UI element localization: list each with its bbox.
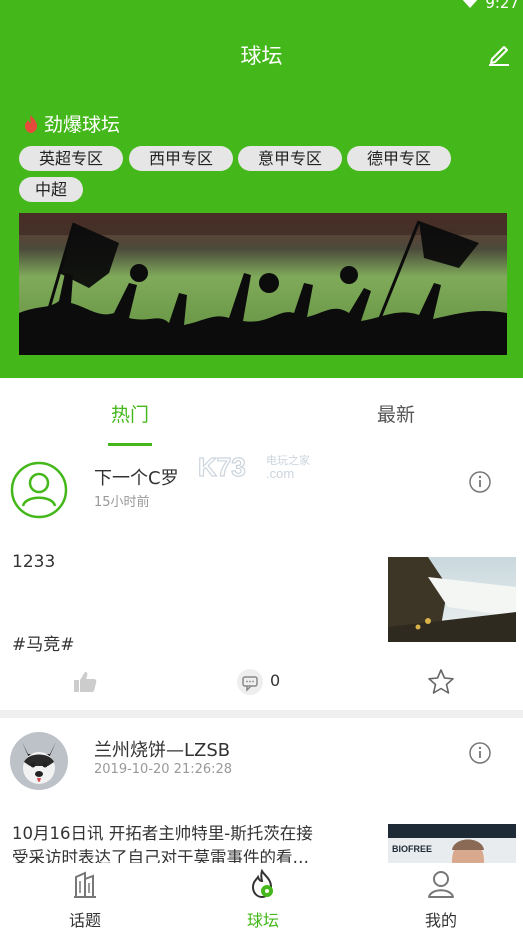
thumbnail-sponsor-text: BIOFREE (392, 844, 432, 854)
hot-label-text: 劲爆球坛 (44, 114, 121, 136)
chip-bundesliga[interactable]: 德甲专区 (347, 146, 451, 171)
tab-hot[interactable]: 热门 (70, 400, 190, 427)
banner-image[interactable] (19, 213, 507, 355)
tab-active-indicator (108, 443, 152, 446)
nav-mine-label: 我的 (424, 911, 457, 930)
post-thumbnail[interactable]: BIOFREE (388, 824, 516, 863)
tab-bar: 热门 最新 (0, 378, 523, 448)
tab-latest[interactable]: 最新 (336, 400, 456, 427)
user-avatar[interactable] (10, 732, 68, 790)
star-icon[interactable] (427, 668, 455, 696)
chip-serie-a[interactable]: 意甲专区 (238, 146, 342, 171)
building-icon (74, 871, 96, 898)
post-author[interactable]: 下一个C罗 (94, 464, 179, 490)
bottom-nav: 话题 球坛 我的 (0, 863, 523, 932)
post-card[interactable]: 兰州烧饼—LZSB 2019-10-20 21:26:28 10月16日讯 开拓… (0, 718, 523, 863)
post-thumbnail[interactable] (388, 557, 516, 642)
post-text: 1233 (12, 552, 56, 572)
edit-icon[interactable] (483, 38, 513, 68)
post-separator (0, 710, 523, 718)
like-icon[interactable] (72, 670, 98, 694)
post-text-line1: 10月16日讯 开拓者主帅特里-斯托茨在接 (12, 824, 313, 843)
post-author[interactable]: 兰州烧饼—LZSB (94, 736, 230, 762)
nav-forum[interactable]: 球坛 (218, 868, 308, 931)
nav-forum-label: 球坛 (246, 911, 279, 930)
user-icon (428, 871, 454, 898)
hot-forum-label: 劲爆球坛 (22, 110, 120, 137)
chip-premier-league[interactable]: 英超专区 (19, 146, 123, 171)
post-time: 15小时前 (94, 495, 150, 510)
info-icon[interactable] (468, 741, 492, 765)
post-time: 2019-10-20 21:26:28 (94, 762, 233, 777)
page-title: 球坛 (240, 44, 283, 68)
watermark-sub: 电玩之家 (266, 453, 310, 467)
default-avatar-icon[interactable] (10, 461, 68, 519)
watermark-domain: .com (266, 466, 294, 481)
post-text-line2: 受采访时表达了自己对于莫雷事件的看… (12, 848, 309, 863)
watermark-logo: K73 电玩之家 .com (198, 451, 310, 482)
flame-icon (25, 114, 37, 133)
comment-count: 0 (270, 671, 281, 690)
post-card[interactable]: 下一个C罗 15小时前 1233 #马竞# 0 (0, 448, 523, 710)
flame-ball-icon (251, 868, 273, 899)
chip-la-liga[interactable]: 西甲专区 (129, 146, 233, 171)
nav-topics-label: 话题 (68, 911, 101, 930)
wifi-icon (461, 0, 479, 8)
nav-mine[interactable]: 我的 (396, 869, 486, 931)
header: 9:27 球坛 劲爆球坛 英超专区 西甲专区 意甲专区 德甲专区 中超 (0, 0, 523, 378)
status-time: 9:27 (485, 0, 519, 12)
comment-icon[interactable] (236, 668, 264, 696)
chip-csl[interactable]: 中超 (19, 177, 83, 202)
watermark-main: K73 (198, 452, 246, 482)
info-icon[interactable] (468, 470, 492, 494)
nav-topics[interactable]: 话题 (40, 869, 130, 931)
post-tag[interactable]: #马竞# (12, 630, 75, 655)
